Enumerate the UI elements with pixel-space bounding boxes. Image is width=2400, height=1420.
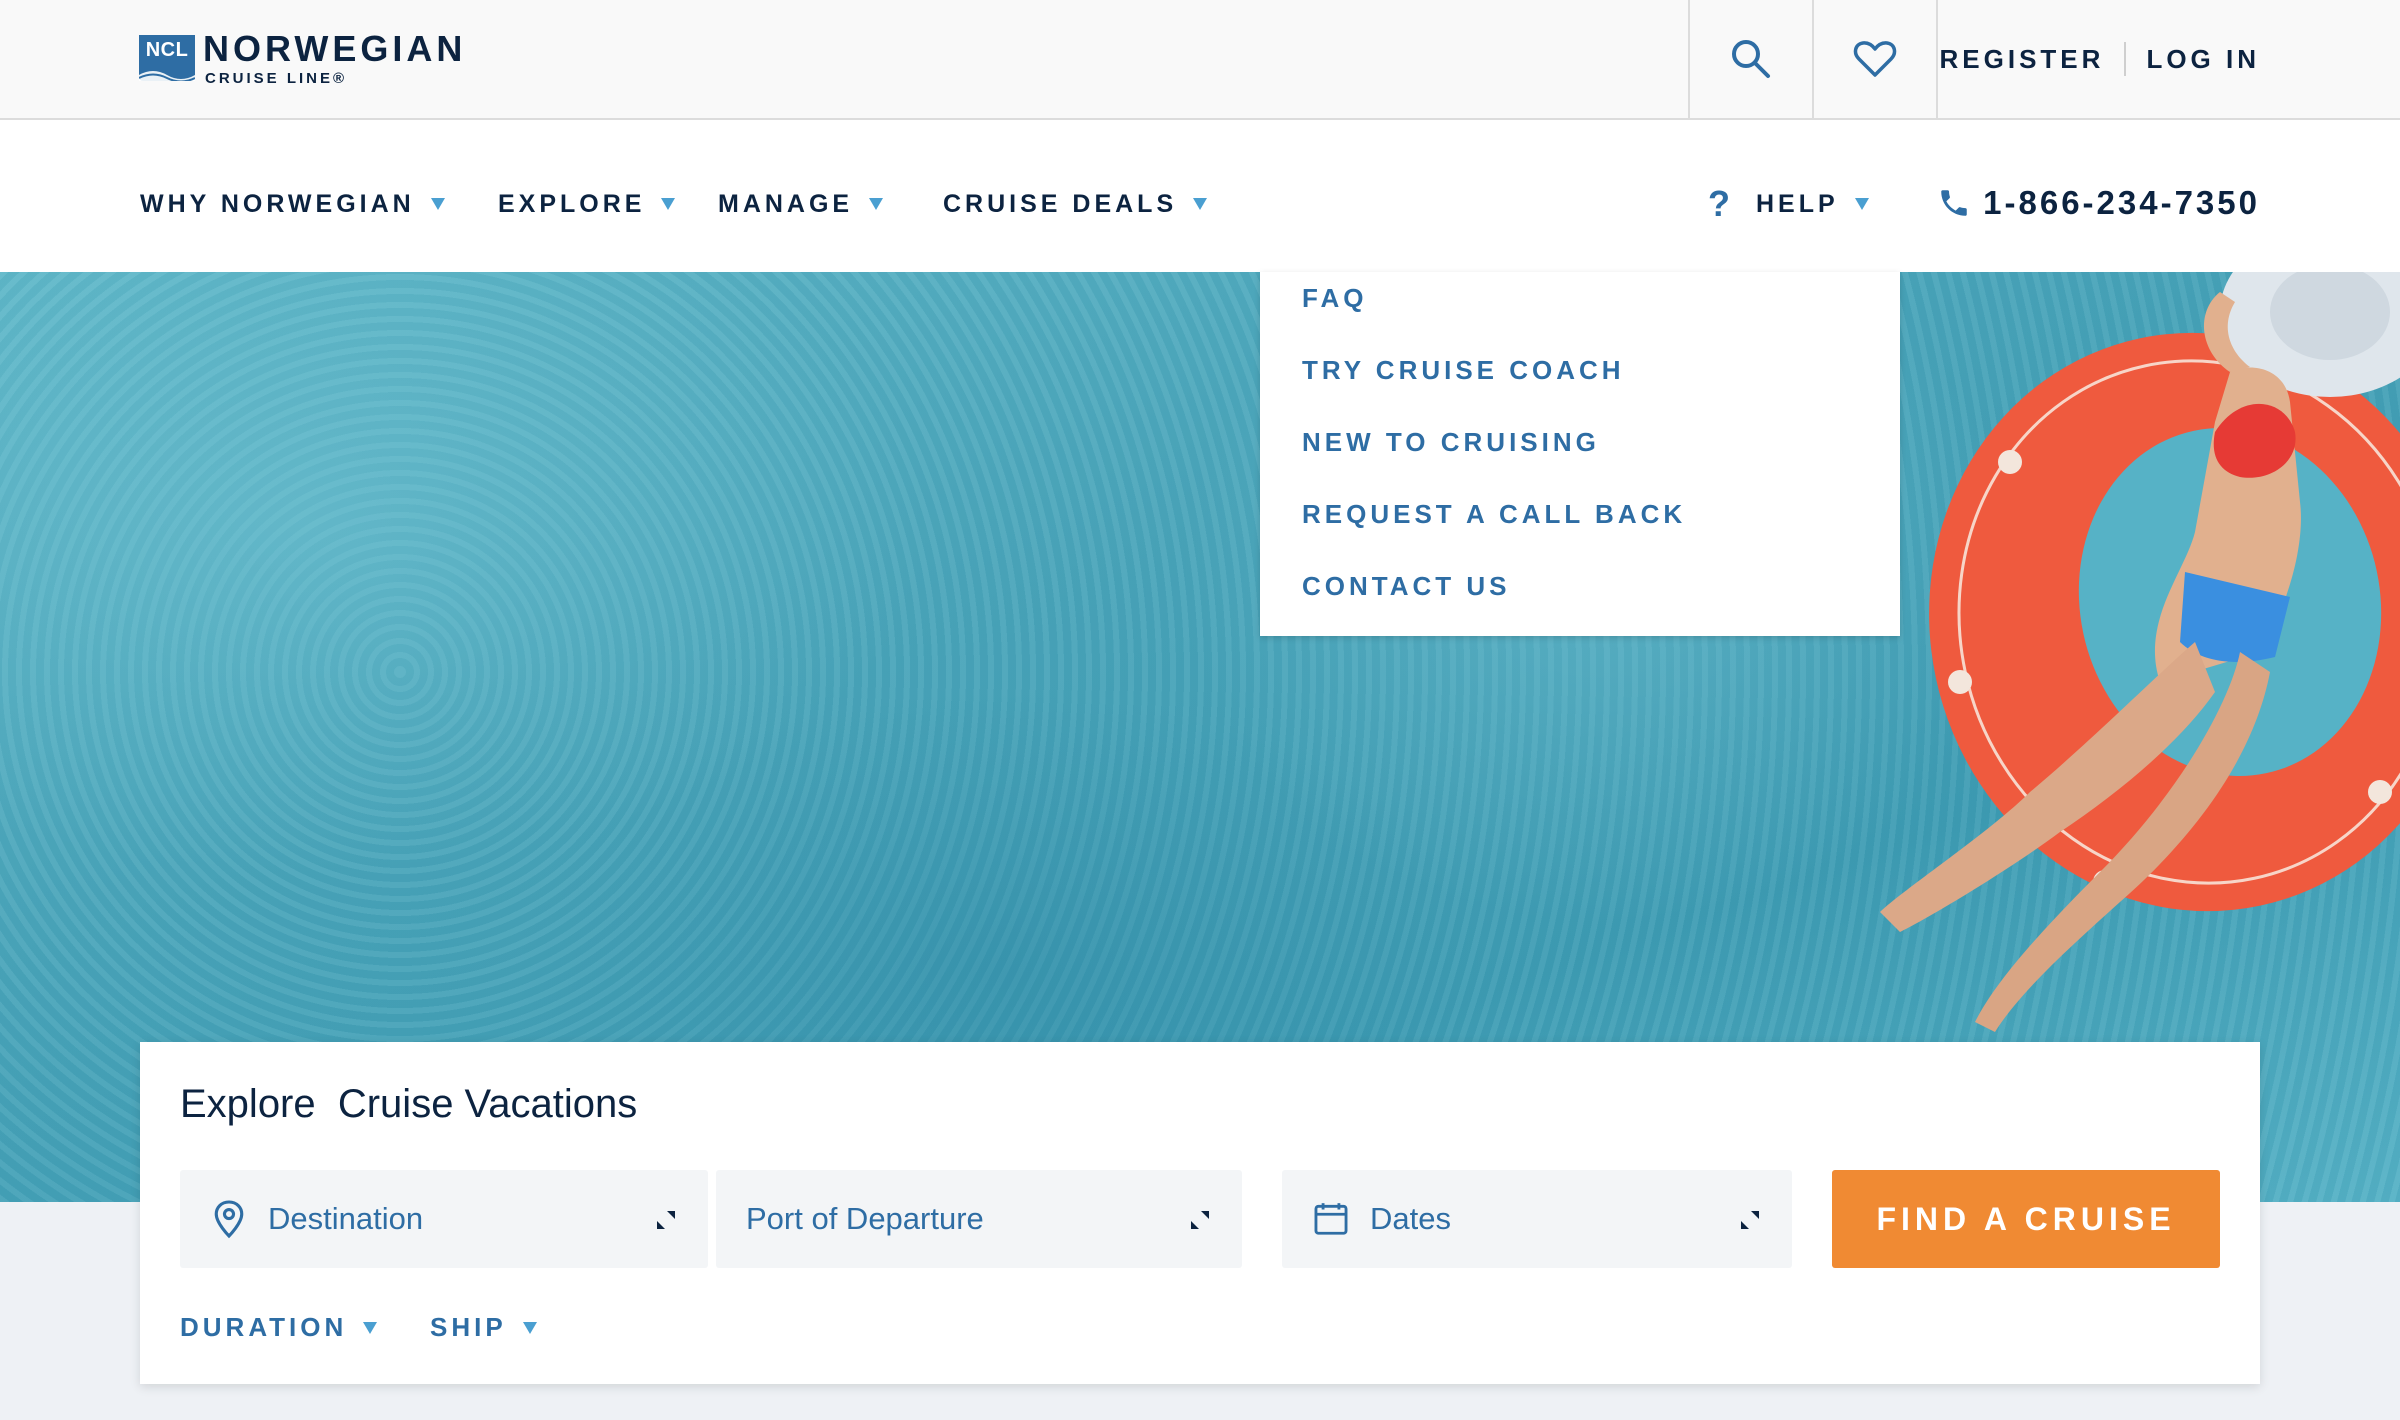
- wave-icon: [139, 71, 195, 81]
- ncl-logo[interactable]: NCL NORWEGIAN CRUISE LINE®: [139, 30, 466, 86]
- nav-label: WHY NORWEGIAN: [140, 189, 415, 218]
- topbar-divider: [1936, 0, 1938, 118]
- top-bar: NCL NORWEGIAN CRUISE LINE® REGISTER LOG …: [0, 0, 2400, 120]
- search-button[interactable]: [1688, 0, 1812, 118]
- duration-label: DURATION: [180, 1312, 348, 1342]
- account-links: REGISTER LOG IN: [1940, 0, 2260, 118]
- main-nav: WHY NORWEGIAN EXPLORE MANAGE CRUISE DEAL…: [0, 120, 2400, 272]
- search-card-title: Explore Cruise Vacations: [180, 1082, 638, 1126]
- nav-why-norwegian[interactable]: WHY NORWEGIAN: [140, 186, 445, 222]
- nav-label: EXPLORE: [498, 189, 646, 218]
- logo-name: NORWEGIAN: [203, 27, 467, 69]
- help-menu-try-cruise-coach[interactable]: TRY CRUISE COACH: [1260, 350, 1900, 422]
- phone-icon: [1941, 190, 1967, 216]
- calendar-icon: [1314, 1203, 1348, 1235]
- heart-icon: [1853, 41, 1897, 77]
- port-of-departure-label: Port of Departure: [746, 1201, 984, 1236]
- nav-explore[interactable]: EXPLORE: [498, 186, 676, 222]
- help-menu-new-to-cruising[interactable]: NEW TO CRUISING: [1260, 422, 1900, 494]
- search-icon: [1732, 40, 1770, 78]
- nav-manage[interactable]: MANAGE: [718, 186, 884, 222]
- help-menu-request-call-back[interactable]: REQUEST A CALL BACK: [1260, 494, 1900, 566]
- caret-down-icon: [869, 198, 884, 210]
- phone-number[interactable]: 1-866-234-7350: [1937, 180, 2260, 226]
- map-pin-icon: [214, 1200, 244, 1239]
- ship-filter[interactable]: SHIP: [430, 1312, 537, 1343]
- ncl-badge: NCL: [139, 35, 195, 81]
- duration-filter[interactable]: DURATION: [180, 1312, 378, 1343]
- destination-field[interactable]: Destination: [180, 1170, 708, 1268]
- cruise-search-card: Explore Cruise Vacations Destination Por…: [140, 1042, 2260, 1384]
- caret-down-icon: [661, 198, 676, 210]
- caret-down-icon: [522, 1321, 537, 1334]
- dates-field[interactable]: Dates: [1282, 1170, 1792, 1268]
- help-menu-faq[interactable]: FAQ: [1260, 278, 1900, 350]
- expand-icon: [657, 1211, 675, 1229]
- logo-subtitle: CRUISE LINE®: [205, 69, 348, 87]
- ship-label: SHIP: [430, 1312, 507, 1342]
- register-link[interactable]: REGISTER: [1940, 44, 2105, 75]
- account-divider: [2124, 42, 2127, 76]
- help-menu-contact-us[interactable]: CONTACT US: [1260, 566, 1900, 638]
- find-a-cruise-button[interactable]: FIND A CRUISE: [1832, 1170, 2220, 1268]
- dates-label: Dates: [1370, 1201, 1451, 1236]
- help-dropdown-menu: FAQ TRY CRUISE COACH NEW TO CRUISING REQ…: [1260, 272, 1900, 636]
- nav-cruise-deals[interactable]: CRUISE DEALS: [943, 186, 1208, 222]
- nav-label: CRUISE DEALS: [943, 189, 1178, 218]
- favorites-button[interactable]: [1812, 0, 1936, 118]
- expand-icon: [1741, 1211, 1759, 1229]
- caret-down-icon: [363, 1321, 378, 1334]
- logo-badge-text: NCL: [145, 39, 189, 61]
- destination-label: Destination: [268, 1201, 424, 1236]
- login-link[interactable]: LOG IN: [2146, 44, 2260, 75]
- caret-down-icon: [1854, 198, 1869, 210]
- caret-down-icon: [1193, 198, 1208, 210]
- nav-help[interactable]: ? HELP: [1708, 182, 1869, 226]
- port-of-departure-field[interactable]: Port of Departure: [716, 1170, 1242, 1268]
- logo-text: NORWEGIAN CRUISE LINE®: [203, 27, 467, 87]
- nav-label: MANAGE: [718, 189, 854, 218]
- phone-number-text: 1-866-234-7350: [1983, 184, 2260, 221]
- expand-icon: [1191, 1211, 1209, 1229]
- help-label: HELP: [1756, 189, 1839, 218]
- question-icon: ?: [1708, 183, 1734, 224]
- caret-down-icon: [430, 198, 445, 210]
